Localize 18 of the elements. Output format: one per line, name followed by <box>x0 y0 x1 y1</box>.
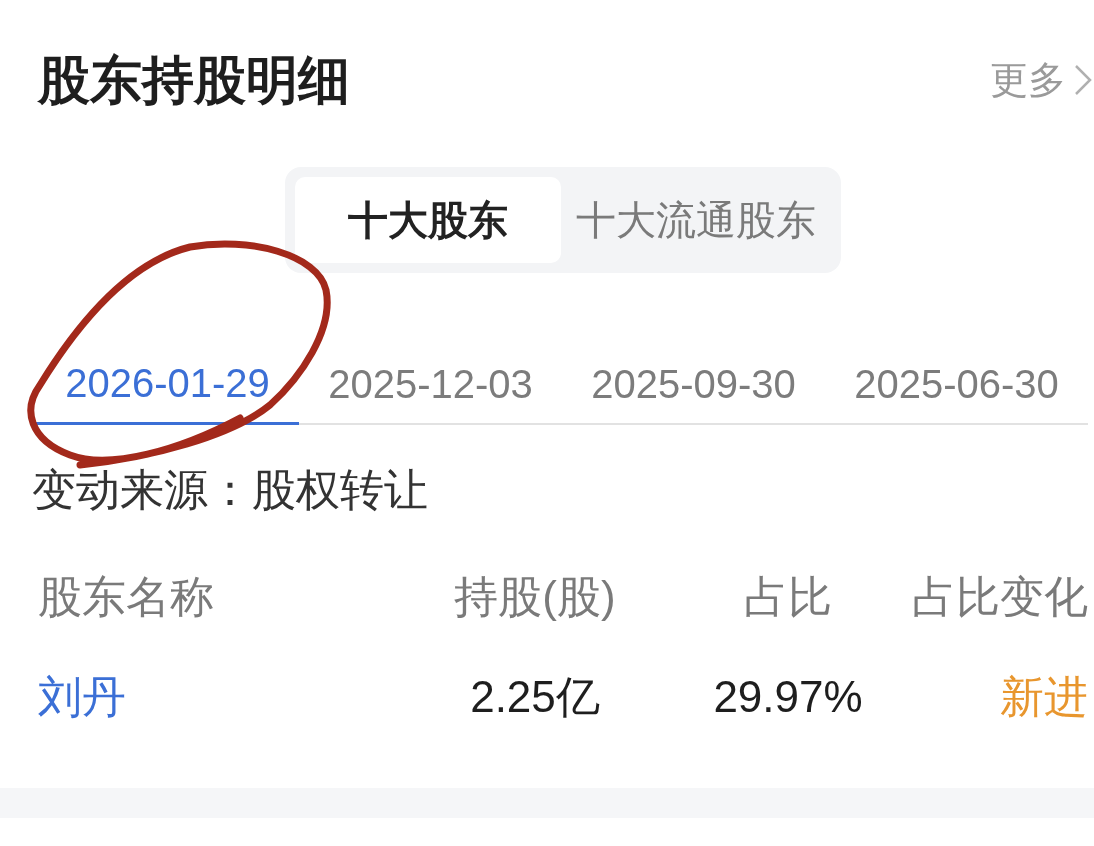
section-title: 股东持股明细 <box>38 54 350 106</box>
date-tab[interactable]: 2025-09-30 <box>562 345 825 425</box>
date-tab[interactable]: 2025-06-30 <box>825 345 1088 425</box>
shareholder-name-link[interactable]: 刘丹 <box>38 675 126 719</box>
column-header: 占比 <box>744 575 832 619</box>
table-cell: 2.25亿 <box>470 675 600 719</box>
date-tab[interactable]: 2026-01-29 <box>36 345 299 425</box>
chevron-right-icon <box>1074 64 1092 96</box>
column-header: 占比变化 <box>912 575 1088 619</box>
change-source-text: 变动来源：股权转让 <box>32 468 428 512</box>
segment-tab[interactable]: 十大股东 <box>295 177 561 263</box>
more-link[interactable]: 更多 <box>990 61 1092 99</box>
date-tab[interactable]: 2025-12-03 <box>299 345 562 425</box>
table-cell: 29.97% <box>713 675 863 719</box>
table-cell: 新进 <box>1000 675 1088 719</box>
segment-tab[interactable]: 十大流通股东 <box>561 177 831 263</box>
column-header: 持股(股) <box>454 575 616 619</box>
column-header: 股东名称 <box>38 575 214 619</box>
